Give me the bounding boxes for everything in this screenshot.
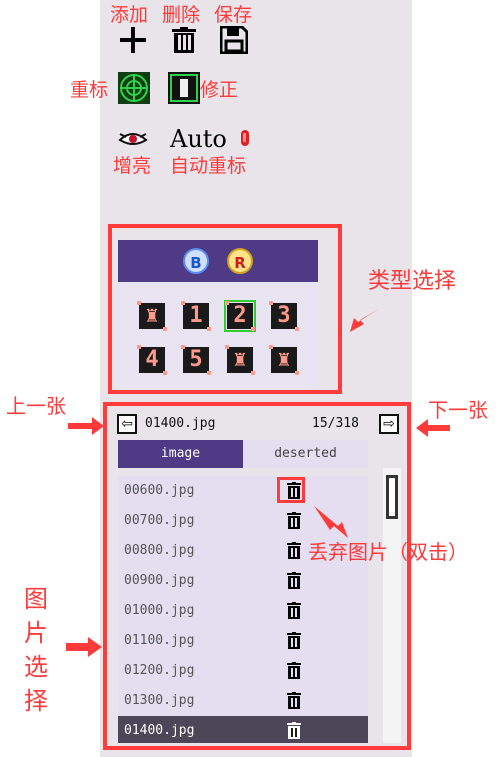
type-tile-3[interactable]: 3 [269,301,299,331]
arrow-to-next-icon [416,419,450,437]
red-team-button[interactable]: R [227,248,253,274]
trash-icon[interactable] [286,572,302,590]
image-select-annotation-2: 片 [24,619,48,647]
delete-annotation: 删除 [162,4,201,26]
radar-icon [118,72,150,104]
trash-icon [172,27,196,53]
list-item[interactable]: 01200.jpg [118,656,368,686]
relabel-annotation: 重标 [70,79,109,101]
next-image-button[interactable]: ⇨ [379,414,399,434]
type-tile-4[interactable]: 4 [137,345,167,375]
trash-icon[interactable] [286,722,302,740]
type-tile-sentry[interactable]: ♜ [137,301,167,331]
arrow-to-type-panel-icon [350,308,380,332]
enhance-annotation: 增亮 [113,155,152,177]
correct-button[interactable] [168,72,200,104]
discard-annotation: 丢弃图片（双击） [308,540,468,564]
save-button[interactable] [219,25,249,55]
auto-relabel-button[interactable]: Auto [170,124,230,154]
file-name: 01200.jpg [124,663,195,678]
list-item-active[interactable]: 01400.jpg [118,716,368,743]
relabel-button[interactable] [118,72,150,104]
delete-button[interactable] [170,27,198,53]
arrow-to-trash-icon [314,506,348,538]
file-name: 01000.jpg [124,603,195,618]
prev-image-button[interactable]: ⇦ [117,414,137,434]
image-select-annotation-1: 图 [24,585,48,613]
file-name: 01300.jpg [124,693,195,708]
file-name: 01100.jpg [124,633,195,648]
correct-frame-icon [168,72,200,104]
prev-annotation: 上一张 [6,394,66,418]
tab-deserted[interactable]: deserted [243,440,368,468]
type-tiles-area [118,282,318,390]
scrollbar-thumb[interactable] [386,475,398,519]
trash-icon[interactable] [286,692,302,710]
list-item[interactable]: 01000.jpg [118,596,368,626]
file-name: 00900.jpg [124,573,195,588]
trash-highlight-frame [277,477,305,503]
trash-icon[interactable] [286,602,302,620]
type-tile-1[interactable]: 1 [181,301,211,331]
file-name: 00700.jpg [124,513,195,528]
arrow-to-image-list-icon [66,637,102,657]
list-item[interactable]: 01100.jpg [118,626,368,656]
flame-icon [240,128,250,148]
file-name: 00600.jpg [124,483,195,498]
type-tile-2[interactable]: 2 [224,300,256,332]
current-file-label: 01400.jpg [145,416,216,431]
type-tile-outpost[interactable]: ♜ [225,345,255,375]
trash-icon[interactable] [286,662,302,680]
save-annotation: 保存 [214,4,253,26]
type-tile-5[interactable]: 5 [181,345,211,375]
image-select-annotation-4: 择 [24,687,48,715]
list-item[interactable]: 00900.jpg [118,566,368,596]
next-annotation: 下一张 [428,398,488,422]
arrow-to-prev-icon [68,417,104,435]
image-select-annotation-3: 选 [24,653,48,681]
trash-icon[interactable] [286,542,302,560]
file-name: 00800.jpg [124,543,195,558]
blue-team-button[interactable]: B [183,248,209,274]
enhance-button[interactable] [118,128,148,150]
type-select-annotation: 类型选择 [368,269,457,294]
add-button[interactable] [118,27,148,53]
list-item[interactable]: 01300.jpg [118,686,368,716]
add-annotation: 添加 [110,4,149,26]
plus-icon [120,27,146,53]
trash-icon[interactable] [286,632,302,650]
image-counter: 15/318 [312,416,359,431]
list-item[interactable]: 00600.jpg [118,476,368,506]
type-tile-base[interactable]: ♜ [269,345,299,375]
file-name: 01400.jpg [124,723,195,738]
floppy-disk-icon [219,25,249,55]
tab-image[interactable]: image [118,440,243,468]
auto-relabel-annotation: 自动重标 [170,155,247,177]
image-tabs: image deserted [118,440,368,468]
eye-icon [118,133,148,145]
team-toggle-bar [118,240,318,282]
correct-annotation: 修正 [200,79,239,101]
trash-icon[interactable] [286,512,302,530]
